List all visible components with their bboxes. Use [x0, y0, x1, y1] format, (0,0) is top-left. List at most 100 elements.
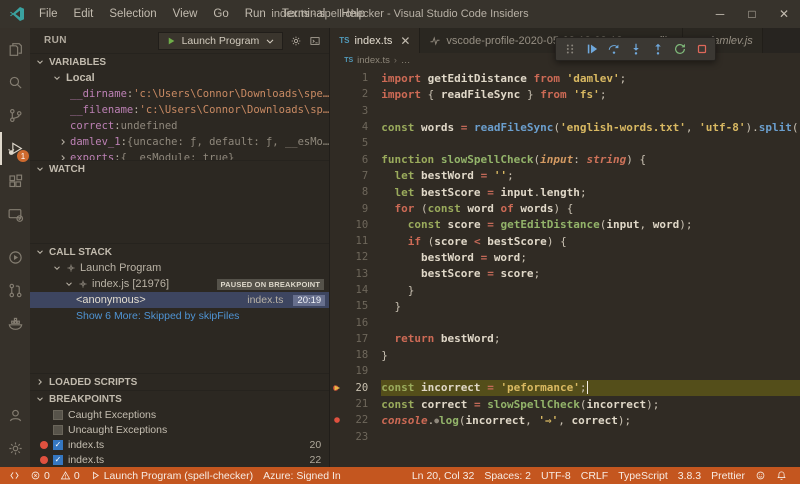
- activity-search[interactable]: [0, 66, 30, 99]
- variable-row[interactable]: correct: undefined: [30, 118, 329, 134]
- code-line[interactable]: 5: [330, 135, 800, 151]
- code-line[interactable]: 4const words = readFileSync('english-wor…: [330, 119, 800, 135]
- code-line[interactable]: 15 }: [330, 298, 800, 314]
- breakpoints-list: Caught ExceptionsUncaught Exceptions✓ind…: [30, 407, 329, 467]
- activity-explorer[interactable]: [0, 33, 30, 66]
- menu-file[interactable]: File: [31, 0, 66, 28]
- call-stack-section-header[interactable]: CALL STACK: [30, 243, 329, 260]
- call-stack-thread-row[interactable]: index.js [21976] PAUSED ON BREAKPOINT: [30, 276, 329, 292]
- code-line[interactable]: 10 const score = getEditDistance(input, …: [330, 217, 800, 233]
- variables-scope-local[interactable]: Local: [30, 70, 329, 86]
- variable-row[interactable]: __dirname: 'c:\Users\Connor\Downloads\sp…: [30, 86, 329, 102]
- menu-edit[interactable]: Edit: [66, 0, 102, 28]
- breakpoint-checkbox[interactable]: [53, 425, 63, 435]
- activity-source-control[interactable]: [0, 99, 30, 132]
- status-prettier[interactable]: Prettier: [706, 467, 750, 484]
- maximize-button[interactable]: □: [736, 0, 768, 28]
- breakpoint-checkbox[interactable]: ✓: [53, 440, 63, 450]
- activity-extensions[interactable]: [0, 165, 30, 198]
- breakpoint-row[interactable]: ✓index.ts20: [30, 437, 329, 452]
- line-number: 6: [344, 154, 368, 166]
- call-stack-frame-row[interactable]: <anonymous> index.ts 20:19: [30, 292, 329, 308]
- debug-continue-button[interactable]: [581, 39, 602, 59]
- status-error[interactable]: 0: [25, 467, 55, 484]
- debug-settings-gear-icon[interactable]: [290, 35, 302, 47]
- minimize-button[interactable]: ─: [704, 0, 736, 28]
- status-feedback[interactable]: [750, 467, 771, 484]
- status-crlf[interactable]: CRLF: [576, 467, 613, 484]
- status-3-8-3[interactable]: 3.8.3: [673, 467, 706, 484]
- code-line[interactable]: 1import getEditDistance from 'damlev';: [330, 70, 800, 86]
- debug-console-icon[interactable]: [309, 35, 321, 47]
- variable-row[interactable]: damlev_1: {uncache: ƒ, default: ƒ, __esM…: [30, 134, 329, 150]
- line-number: 17: [344, 333, 368, 345]
- activity-run-debug[interactable]: 1: [0, 132, 30, 165]
- debug-stop-button[interactable]: [691, 39, 712, 59]
- status-azure-signed-in[interactable]: Azure: Signed In: [258, 467, 346, 484]
- code-line[interactable]: 2import { readFileSync } from 'fs';: [330, 86, 800, 102]
- loaded-scripts-section-header[interactable]: LOADED SCRIPTS: [30, 373, 329, 390]
- debug-restart-button[interactable]: [669, 39, 690, 59]
- code-line[interactable]: 9 for (const word of words) {: [330, 200, 800, 216]
- code-line[interactable]: 8 let bestScore = input.length;: [330, 184, 800, 200]
- variable-row[interactable]: exports: {__esModule: true}: [30, 150, 329, 160]
- code-line[interactable]: 17 return bestWord;: [330, 331, 800, 347]
- activity-remote-explorer[interactable]: [0, 198, 30, 231]
- breakpoint-checkbox[interactable]: ✓: [53, 455, 63, 465]
- code-line[interactable]: 3: [330, 103, 800, 119]
- breadcrumb-more[interactable]: …: [401, 55, 411, 66]
- code-line[interactable]: 6function slowSpellCheck(input: string) …: [330, 151, 800, 167]
- activity-run-target[interactable]: [0, 241, 30, 274]
- menu-run[interactable]: Run: [237, 0, 274, 28]
- activity-pull-requests[interactable]: [0, 274, 30, 307]
- call-stack-session-row[interactable]: Launch Program: [30, 260, 329, 276]
- close-button[interactable]: ✕: [768, 0, 800, 28]
- code-area[interactable]: 1import getEditDistance from 'damlev';2i…: [330, 67, 800, 467]
- code-line[interactable]: 20const incorrect = 'peformance';: [330, 380, 800, 396]
- debug-step-into-button[interactable]: [625, 39, 646, 59]
- status-utf-8[interactable]: UTF-8: [536, 467, 576, 484]
- code-line[interactable]: 21const correct = slowSpellCheck(incorre…: [330, 396, 800, 412]
- menu-selection[interactable]: Selection: [101, 0, 164, 28]
- activity-docker[interactable]: [0, 307, 30, 340]
- menu-view[interactable]: View: [165, 0, 206, 28]
- status-play[interactable]: Launch Program (spell-checker): [85, 467, 258, 484]
- code-line[interactable]: 11 if (score < bestScore) {: [330, 233, 800, 249]
- status-warning[interactable]: 0: [55, 467, 85, 484]
- code-line[interactable]: 19: [330, 363, 800, 379]
- breakpoint-checkbox[interactable]: [53, 410, 63, 420]
- variables-section-header[interactable]: VARIABLES: [30, 53, 329, 70]
- line-number: 14: [344, 284, 368, 296]
- variable-row[interactable]: __filename: 'c:\Users\Connor\Downloads\s…: [30, 102, 329, 118]
- debug-step-out-button[interactable]: [647, 39, 668, 59]
- code-line[interactable]: 14 }: [330, 282, 800, 298]
- code-line[interactable]: 13 bestScore = score;: [330, 266, 800, 282]
- status-ln-20-col-32[interactable]: Ln 20, Col 32: [407, 467, 479, 484]
- debug-step-over-button[interactable]: [603, 39, 624, 59]
- activity-settings-gear[interactable]: [0, 432, 30, 465]
- show-more-frames-link[interactable]: Show 6 More: Skipped by skipFiles: [30, 308, 329, 324]
- status-bell[interactable]: [771, 467, 792, 484]
- code-line[interactable]: 16: [330, 314, 800, 330]
- launch-config-dropdown[interactable]: Launch Program: [158, 32, 284, 50]
- tab-close-icon[interactable]: ✕: [400, 34, 410, 48]
- breakpoint-row[interactable]: Uncaught Exceptions: [30, 422, 329, 437]
- code-line[interactable]: 18}: [330, 347, 800, 363]
- menu-go[interactable]: Go: [205, 0, 236, 28]
- debug-drag-handle-button[interactable]: [559, 39, 580, 59]
- status-spaces-2[interactable]: Spaces: 2: [479, 467, 536, 484]
- breakpoint-row[interactable]: ✓index.ts22: [30, 452, 329, 467]
- status-remote[interactable]: [4, 467, 25, 484]
- code-line[interactable]: 23: [330, 429, 800, 445]
- code-line[interactable]: 7 let bestWord = '';: [330, 168, 800, 184]
- code-line[interactable]: 12 bestWord = word;: [330, 249, 800, 265]
- breadcrumb-file[interactable]: index.ts: [357, 55, 390, 66]
- line-number: 1: [344, 72, 368, 84]
- tab-index.ts[interactable]: TSindex.ts✕: [330, 28, 420, 53]
- status-typescript[interactable]: TypeScript: [613, 467, 673, 484]
- activity-account[interactable]: [0, 399, 30, 432]
- breakpoints-section-header[interactable]: BREAKPOINTS: [30, 390, 329, 407]
- code-line[interactable]: 22console.●log(incorrect, '⇒', correct);: [330, 412, 800, 428]
- watch-section-header[interactable]: WATCH: [30, 160, 329, 177]
- breakpoint-row[interactable]: Caught Exceptions: [30, 407, 329, 422]
